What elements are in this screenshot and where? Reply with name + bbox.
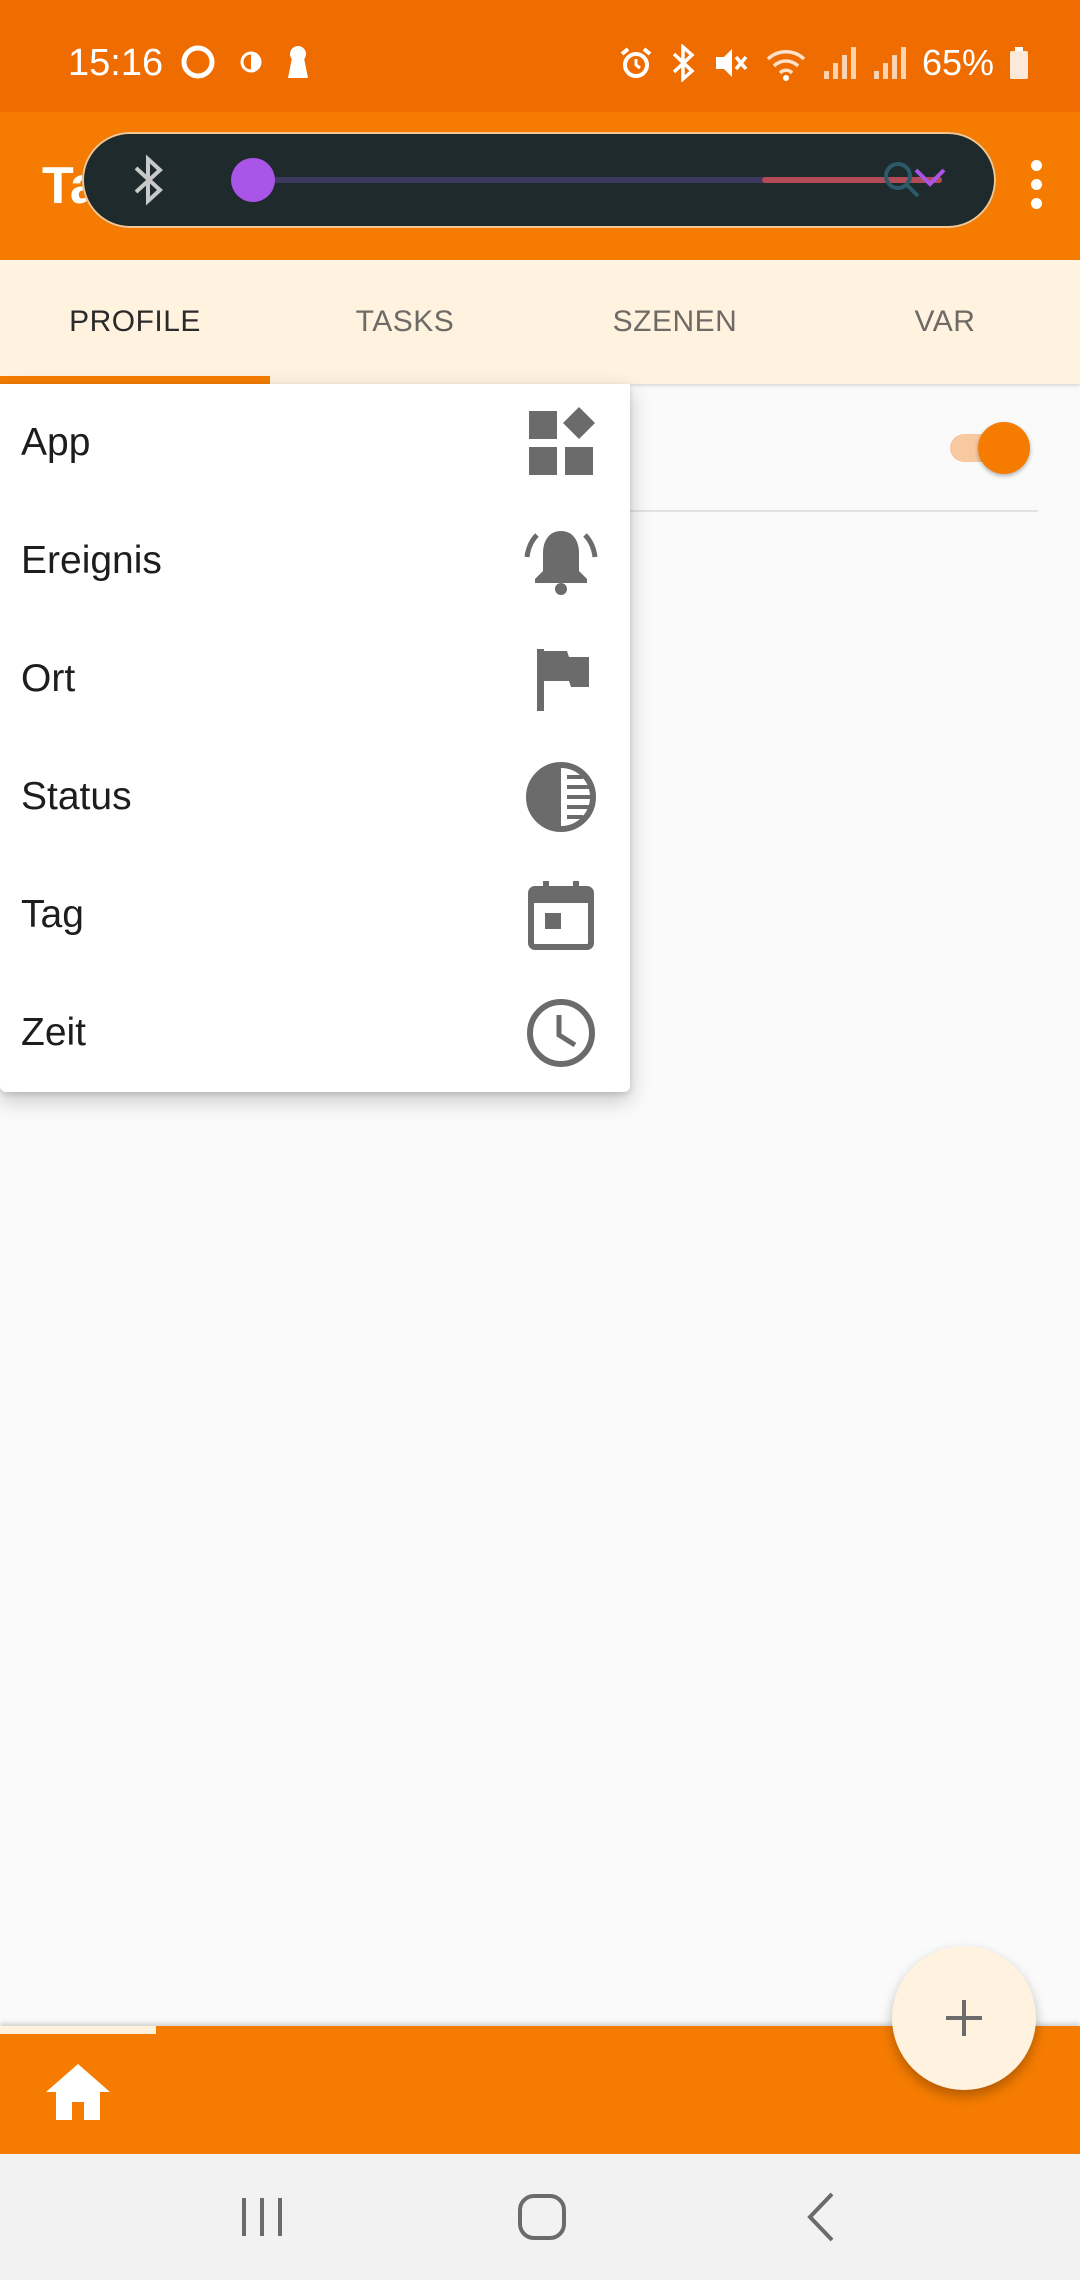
battery-icon (1010, 47, 1028, 79)
status-bar: 15:16 65% (0, 0, 1080, 112)
sync-icon (181, 45, 215, 79)
more-dot (1030, 159, 1042, 171)
menu-item-label: App (21, 421, 91, 464)
menu-item-status[interactable]: Status (0, 738, 630, 856)
bottom-tab-indicator (0, 2026, 156, 2034)
keyhole-icon (288, 46, 308, 78)
plus-icon (946, 2000, 982, 2036)
battery-percent: 65% (921, 42, 994, 83)
mute-icon (715, 49, 748, 77)
more-dot (1030, 197, 1042, 209)
expand-volume-icon[interactable] (880, 156, 960, 204)
recent-apps-icon[interactable] (222, 2184, 302, 2250)
menu-item-app[interactable]: App (0, 384, 630, 502)
widgets-icon (523, 405, 599, 481)
volume-panel[interactable] (82, 132, 996, 228)
menu-item-label: Zeit (21, 1011, 87, 1054)
alarm-icon (620, 47, 652, 78)
more-options-button[interactable] (1012, 152, 1060, 216)
status-time: 15:16 (68, 42, 164, 84)
wifi-icon (766, 50, 806, 81)
flag-icon (523, 641, 599, 717)
context-type-menu: App Ereignis Ort Status Tag Zeit (0, 384, 630, 1092)
signal-icon-2 (873, 47, 906, 79)
menu-item-label: Ereignis (21, 539, 162, 582)
more-dot (1030, 178, 1042, 190)
tab-profile[interactable]: PROFILE (0, 260, 270, 384)
data-saver-icon (240, 51, 262, 73)
volume-slider-track[interactable] (232, 177, 942, 183)
clock-icon (523, 995, 599, 1071)
contrast-icon (523, 759, 599, 835)
volume-slider-thumb[interactable] (231, 158, 276, 202)
add-profile-button[interactable] (892, 1946, 1036, 2090)
menu-item-ort[interactable]: Ort (0, 620, 630, 738)
menu-item-label: Ort (21, 657, 76, 700)
menu-item-ereignis[interactable]: Ereignis (0, 502, 630, 620)
bell-ringing-icon (523, 523, 599, 599)
toggle-thumb (978, 422, 1030, 474)
tab-szenen[interactable]: SZENEN (540, 260, 810, 384)
home-icon[interactable] (44, 2062, 112, 2122)
menu-item-zeit[interactable]: Zeit (0, 974, 630, 1092)
home-nav-icon[interactable] (502, 2184, 582, 2250)
signal-icon-1 (823, 47, 856, 79)
menu-item-label: Tag (21, 893, 84, 936)
menu-item-tag[interactable]: Tag (0, 856, 630, 974)
system-nav-bar (0, 2154, 1080, 2280)
tab-bar: PROFILE TASKS SZENEN VAR (0, 260, 1080, 384)
menu-item-label: Status (21, 775, 132, 818)
calendar-icon (523, 877, 599, 953)
bluetooth-icon (672, 44, 695, 82)
back-icon[interactable] (780, 2184, 860, 2250)
tab-tasks[interactable]: TASKS (270, 260, 540, 384)
profile-toggle[interactable] (946, 422, 1030, 474)
bluetooth-icon (134, 154, 163, 206)
tab-var[interactable]: VAR (810, 260, 1080, 384)
